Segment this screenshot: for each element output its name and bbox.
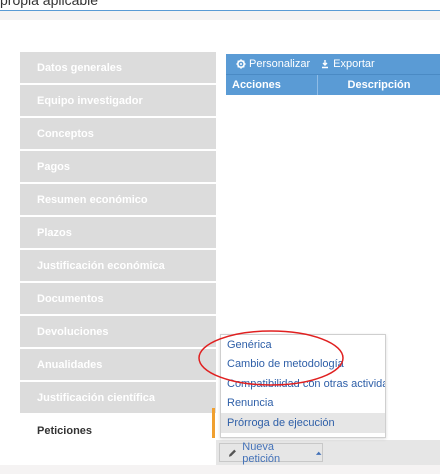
menu-item-label: Renuncia: [227, 397, 274, 410]
sidebar-item-peticiones[interactable]: Peticiones: [20, 415, 216, 446]
exportar-button[interactable]: Exportar: [320, 58, 375, 70]
column-header-label: Descripción: [347, 79, 411, 91]
peticiones-grid: Personalizar Exportar Acciones Descripci…: [226, 54, 440, 95]
column-header-descripcion[interactable]: Descripción: [318, 75, 440, 95]
grid-toolbar: Personalizar Exportar: [226, 54, 440, 74]
sidebar-item-label: Conceptos: [37, 127, 94, 140]
caret-up-icon: [315, 451, 322, 455]
personalizar-label: Personalizar: [249, 58, 311, 70]
sidebar-item-label: Documentos: [37, 292, 104, 305]
column-header-acciones[interactable]: Acciones: [226, 75, 318, 95]
active-tab-marker: [212, 408, 215, 438]
sidebar-item-label: Anualidades: [37, 358, 103, 371]
nueva-peticion-button[interactable]: Nueva petición: [219, 440, 323, 465]
sidebar-item-label: Justificación económica: [37, 259, 165, 272]
sidebar-item-label: Pagos: [37, 160, 71, 173]
sidebar-item-devoluciones[interactable]: Devoluciones: [20, 316, 216, 347]
menu-item-label: Prórroga de ejecución: [227, 416, 335, 429]
sidebar-item-plazos[interactable]: Plazos: [20, 217, 216, 248]
sidebar-item-pagos[interactable]: Pagos: [20, 151, 216, 182]
menu-item-renuncia[interactable]: Renuncia: [221, 394, 385, 414]
pencil-icon: [228, 449, 236, 457]
sidebar-item-anualidades[interactable]: Anualidades: [20, 349, 216, 380]
personalizar-button[interactable]: Personalizar: [236, 58, 310, 70]
column-header-label: Acciones: [232, 79, 281, 91]
menu-item-label: Cambio de metodología: [227, 358, 344, 371]
nueva-peticion-dropdown: Genérica Cambio de metodología Compatibi…: [220, 334, 386, 438]
menu-item-cambio-metodologia[interactable]: Cambio de metodología: [221, 355, 385, 375]
sidebar-item-label: Devoluciones: [37, 325, 109, 338]
export-icon: [322, 60, 329, 69]
menu-item-label: Compatibilidad con otras actividades: [227, 377, 385, 390]
page-title-fragment: propia aplicable: [0, 0, 99, 8]
sidebar-item-justificacion-cientifica[interactable]: Justificación científica: [20, 382, 216, 413]
menu-item-prorroga-ejecucion[interactable]: Prórroga de ejecución: [221, 413, 385, 433]
sidebar-item-label: Plazos: [37, 226, 72, 239]
sidebar-item-label: Equipo investigador: [37, 94, 143, 107]
sidebar-item-justificacion-economica[interactable]: Justificación económica: [20, 250, 216, 281]
sidebar-item-documentos[interactable]: Documentos: [20, 283, 216, 314]
menu-item-compatibilidad[interactable]: Compatibilidad con otras actividades: [221, 374, 385, 394]
sidebar-item-label: Datos generales: [37, 61, 122, 74]
sidebar-nav: Datos generales Equipo investigador Conc…: [20, 52, 216, 448]
sidebar-item-label: Peticiones: [37, 424, 93, 437]
exportar-label: Exportar: [333, 58, 375, 70]
sidebar-item-label: Resumen económico: [37, 193, 148, 206]
sidebar-item-label: Justificación científica: [37, 391, 155, 404]
menu-item-generica[interactable]: Genérica: [221, 335, 385, 355]
sidebar-item-datos-generales[interactable]: Datos generales: [20, 52, 216, 83]
sidebar-item-resumen-economico[interactable]: Resumen económico: [20, 184, 216, 215]
gear-icon: [236, 59, 246, 69]
sidebar-item-equipo-investigador[interactable]: Equipo investigador: [20, 85, 216, 116]
sidebar-item-conceptos[interactable]: Conceptos: [20, 118, 216, 149]
nueva-peticion-label: Nueva petición: [242, 440, 281, 465]
menu-item-label: Genérica: [227, 338, 272, 351]
grid-header-row: Acciones Descripción: [226, 74, 440, 95]
